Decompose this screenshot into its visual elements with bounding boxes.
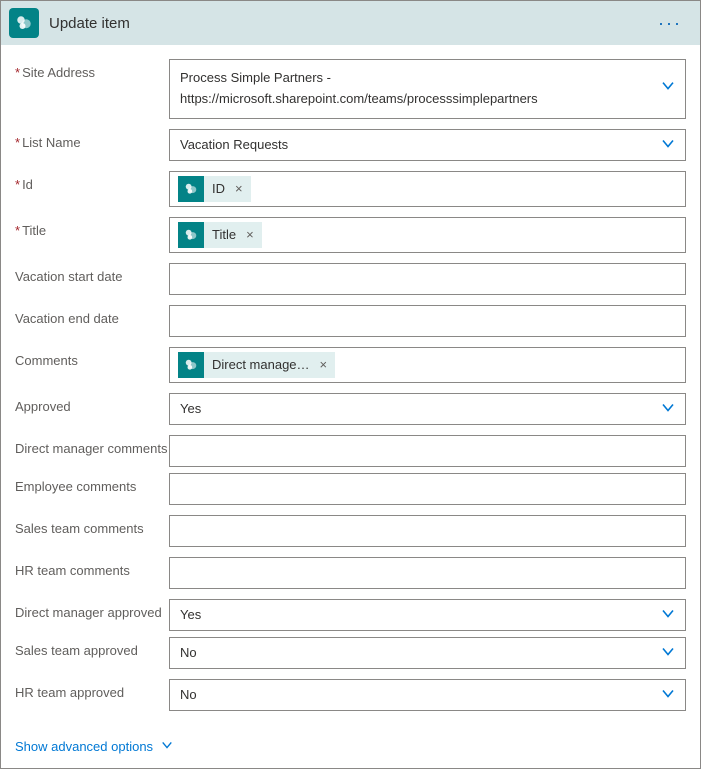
row-site-address: *Site Address Process Simple Partners - … bbox=[15, 59, 686, 119]
chevron-down-icon bbox=[661, 78, 675, 99]
label-dm-approved: Direct manager approved bbox=[15, 599, 169, 621]
approved-value: Yes bbox=[176, 401, 201, 416]
label-hr-comments: HR team comments bbox=[15, 557, 169, 579]
token-remove-button[interactable]: × bbox=[318, 357, 336, 372]
field-title[interactable]: Title × bbox=[169, 217, 686, 253]
site-address-line2: https://microsoft.sharepoint.com/teams/p… bbox=[180, 89, 649, 110]
row-hr-approved: HR team approved No bbox=[15, 679, 686, 711]
sharepoint-icon bbox=[178, 176, 204, 202]
token-dm-label: Direct manage… bbox=[204, 357, 318, 372]
label-list-name: *List Name bbox=[15, 129, 169, 151]
token-remove-button[interactable]: × bbox=[244, 227, 262, 242]
row-title: *Title Title × bbox=[15, 217, 686, 253]
field-vacation-start[interactable] bbox=[169, 263, 686, 295]
card-title: Update item bbox=[49, 15, 652, 32]
field-approved[interactable]: Yes bbox=[169, 393, 686, 425]
label-title: *Title bbox=[15, 217, 169, 239]
label-vacation-start: Vacation start date bbox=[15, 263, 169, 285]
chevron-down-icon bbox=[661, 136, 675, 153]
site-address-line1: Process Simple Partners - bbox=[180, 68, 649, 89]
label-emp-comments: Employee comments bbox=[15, 473, 169, 495]
row-hr-comments: HR team comments bbox=[15, 557, 686, 589]
field-emp-comments[interactable] bbox=[169, 473, 686, 505]
row-dm-comments: Direct manager comments bbox=[15, 435, 686, 467]
token-id-label: ID bbox=[204, 181, 233, 196]
row-emp-comments: Employee comments bbox=[15, 473, 686, 505]
row-st-approved: Sales team approved No bbox=[15, 637, 686, 669]
field-dm-comments[interactable] bbox=[169, 435, 686, 467]
chevron-down-icon bbox=[661, 606, 675, 623]
label-id: *Id bbox=[15, 171, 169, 193]
field-dm-approved[interactable]: Yes bbox=[169, 599, 686, 631]
field-vacation-end[interactable] bbox=[169, 305, 686, 337]
token-direct-manager: Direct manage… × bbox=[178, 352, 335, 378]
label-st-approved: Sales team approved bbox=[15, 637, 169, 659]
list-name-value: Vacation Requests bbox=[176, 137, 288, 152]
label-vacation-end: Vacation end date bbox=[15, 305, 169, 327]
advanced-options-row: Show advanced options bbox=[1, 727, 700, 768]
label-hr-approved: HR team approved bbox=[15, 679, 169, 701]
row-vacation-end: Vacation end date bbox=[15, 305, 686, 337]
field-list-name[interactable]: Vacation Requests bbox=[169, 129, 686, 161]
field-hr-approved[interactable]: No bbox=[169, 679, 686, 711]
field-site-address[interactable]: Process Simple Partners - https://micros… bbox=[169, 59, 686, 119]
chevron-down-icon bbox=[661, 686, 675, 703]
chevron-down-icon bbox=[661, 644, 675, 661]
row-dm-approved: Direct manager approved Yes bbox=[15, 599, 686, 631]
field-st-approved[interactable]: No bbox=[169, 637, 686, 669]
token-id: ID × bbox=[178, 176, 251, 202]
show-advanced-options-link[interactable]: Show advanced options bbox=[15, 739, 153, 754]
sharepoint-icon bbox=[178, 352, 204, 378]
token-remove-button[interactable]: × bbox=[233, 181, 251, 196]
sharepoint-icon bbox=[178, 222, 204, 248]
card-body: *Site Address Process Simple Partners - … bbox=[1, 45, 700, 727]
card-header: Update item ··· bbox=[1, 1, 700, 45]
row-list-name: *List Name Vacation Requests bbox=[15, 129, 686, 161]
field-st-comments[interactable] bbox=[169, 515, 686, 547]
field-comments[interactable]: Direct manage… × bbox=[169, 347, 686, 383]
row-st-comments: Sales team comments bbox=[15, 515, 686, 547]
update-item-card: Update item ··· *Site Address Process Si… bbox=[0, 0, 701, 769]
token-title: Title × bbox=[178, 222, 262, 248]
dm-approved-value: Yes bbox=[176, 607, 201, 622]
row-id: *Id ID × bbox=[15, 171, 686, 207]
label-st-comments: Sales team comments bbox=[15, 515, 169, 537]
st-approved-value: No bbox=[176, 645, 197, 660]
row-comments: Comments Direct manage… × bbox=[15, 347, 686, 383]
token-title-label: Title bbox=[204, 227, 244, 242]
label-comments: Comments bbox=[15, 347, 169, 369]
row-vacation-start: Vacation start date bbox=[15, 263, 686, 295]
field-id[interactable]: ID × bbox=[169, 171, 686, 207]
sharepoint-icon bbox=[9, 8, 39, 38]
row-approved: Approved Yes bbox=[15, 393, 686, 425]
label-approved: Approved bbox=[15, 393, 169, 415]
chevron-down-icon bbox=[661, 400, 675, 417]
card-menu-button[interactable]: ··· bbox=[652, 13, 688, 34]
chevron-down-icon bbox=[161, 739, 173, 754]
field-hr-comments[interactable] bbox=[169, 557, 686, 589]
label-site-address: *Site Address bbox=[15, 59, 169, 81]
label-dm-comments: Direct manager comments bbox=[15, 435, 169, 457]
hr-approved-value: No bbox=[176, 687, 197, 702]
